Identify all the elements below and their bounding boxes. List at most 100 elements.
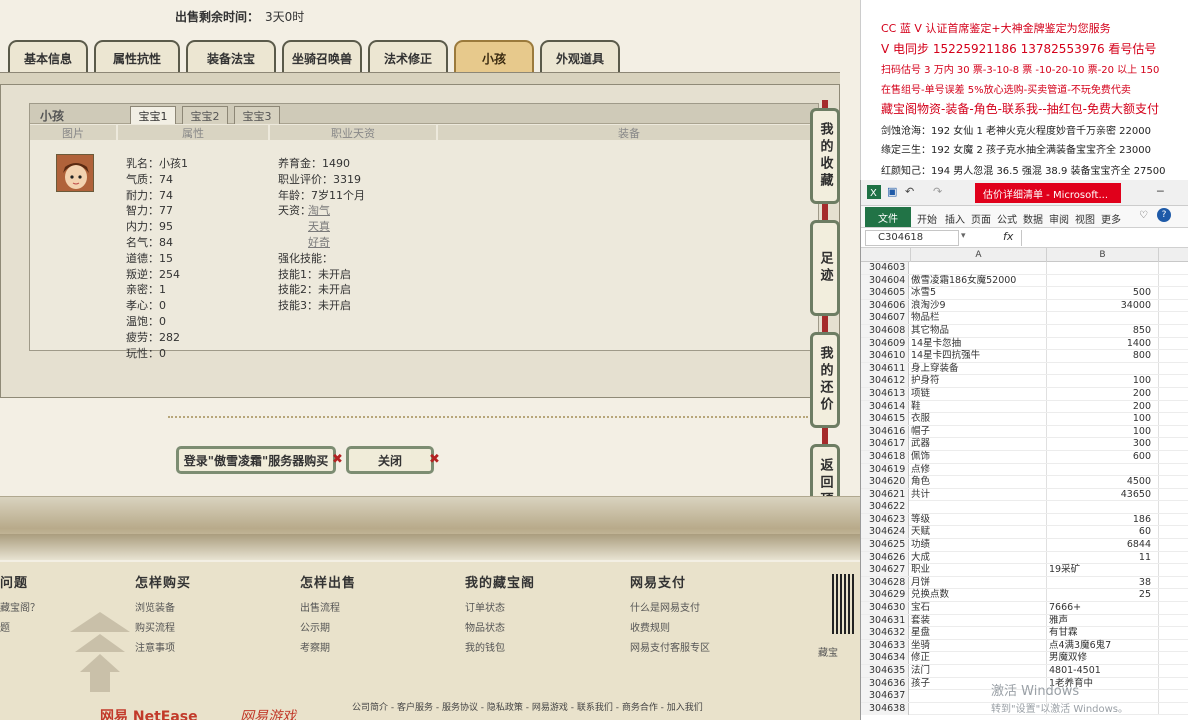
footer-link[interactable]: 注意事项 <box>135 639 191 659</box>
sheet-row[interactable]: 304616 帽子 100 <box>861 425 1188 439</box>
row-number[interactable]: 304628 <box>861 576 909 589</box>
footer-link[interactable]: 物品状态 <box>465 619 535 639</box>
tab-appearance[interactable]: 外观道具 <box>540 40 620 74</box>
row-number[interactable]: 304630 <box>861 602 909 615</box>
footer-link[interactable]: 收费规则 <box>630 619 710 639</box>
cell-a[interactable]: 坐骑 <box>911 640 1045 652</box>
cell-a[interactable]: 鞋 <box>911 401 1045 413</box>
talent-2-link[interactable]: 天真 <box>308 220 330 233</box>
sheet-row[interactable]: 304614 鞋 200 <box>861 400 1188 414</box>
subtab-baby-3[interactable]: 宝宝3 <box>234 106 280 124</box>
sheet-row[interactable]: 304622 <box>861 501 1188 514</box>
sheet-row[interactable]: 304625 功绩 6844 <box>861 539 1188 552</box>
cell-b[interactable]: 11 <box>1047 552 1157 564</box>
row-number[interactable]: 304618 <box>861 450 909 463</box>
cell-b[interactable]: 100 <box>1047 375 1157 387</box>
sheet-row[interactable]: 304611 身上穿装备 <box>861 362 1188 376</box>
cell-a[interactable]: 衣服 <box>911 413 1045 425</box>
cell-a[interactable]: 月饼 <box>911 577 1045 589</box>
sheet-row[interactable]: 304627 职业 19采矿 <box>861 564 1188 577</box>
cell-a[interactable]: 角色 <box>911 476 1045 488</box>
cell-b[interactable]: 850 <box>1047 325 1157 337</box>
footer-link[interactable]: 藏宝阁？ <box>0 599 40 619</box>
sheet-row[interactable]: 304620 角色 4500 <box>861 476 1188 489</box>
row-number[interactable]: 304610 <box>861 350 909 363</box>
cell-b[interactable]: 100 <box>1047 426 1157 438</box>
footer-link[interactable]: 订单状态 <box>465 599 535 619</box>
cell-a[interactable]: 身上穿装备 <box>911 363 1045 375</box>
row-number[interactable]: 304607 <box>861 312 909 325</box>
row-number[interactable]: 304612 <box>861 375 909 388</box>
sheet-row[interactable]: 304613 项链 200 <box>861 387 1188 401</box>
cell-a[interactable]: 大成 <box>911 552 1045 564</box>
cell-a[interactable]: 宝石 <box>911 602 1045 614</box>
sheet-row[interactable]: 304607 物品栏 <box>861 312 1188 325</box>
cell-a[interactable]: 兑换点数 <box>911 589 1045 601</box>
row-number[interactable]: 304627 <box>861 564 909 577</box>
row-number[interactable]: 304637 <box>861 690 909 703</box>
cell-b[interactable]: 4500 <box>1047 476 1157 488</box>
tab-basic-info[interactable]: 基本信息 <box>8 40 88 74</box>
cell-b-text[interactable]: 点4满3魔6鬼7 <box>1049 640 1159 652</box>
tab-spells[interactable]: 法术修正 <box>368 40 448 74</box>
row-number[interactable]: 304638 <box>861 702 909 715</box>
footer-link[interactable]: 公示期 <box>300 619 356 639</box>
cell-a[interactable]: 浪淘沙9 <box>911 300 1045 312</box>
cell-b[interactable]: 186 <box>1047 514 1157 526</box>
cell-b[interactable]: 800 <box>1047 350 1157 362</box>
cell-b[interactable]: 43650 <box>1047 489 1157 501</box>
footer-link[interactable]: 出售流程 <box>300 599 356 619</box>
chevron-down-icon[interactable]: ♡ <box>1139 210 1148 221</box>
row-number[interactable]: 304609 <box>861 337 909 350</box>
ribbon-tab-page[interactable]: 页面 <box>971 211 991 226</box>
tab-attributes[interactable]: 属性抗性 <box>94 40 180 74</box>
talent-3-link[interactable]: 好奇 <box>308 236 330 249</box>
row-number[interactable]: 304636 <box>861 677 909 690</box>
login-buy-button[interactable]: 登录"傲雪凌霜"服务器购买 <box>176 446 336 474</box>
row-number[interactable]: 304615 <box>861 413 909 426</box>
row-number[interactable]: 304617 <box>861 438 909 451</box>
sheet-row[interactable]: 304633 坐骑 点4满3魔6鬼7 <box>861 639 1188 653</box>
row-number[interactable]: 304629 <box>861 589 909 602</box>
cell-a[interactable]: 物品栏 <box>911 312 1045 324</box>
row-number[interactable]: 304633 <box>861 639 909 652</box>
close-button[interactable]: 关闭 <box>346 446 434 474</box>
sheet-row[interactable]: 304615 衣服 100 <box>861 413 1188 426</box>
cell-a[interactable]: 等级 <box>911 514 1045 526</box>
row-number[interactable]: 304634 <box>861 652 909 665</box>
cell-a[interactable]: 傲雪凌霜186女魔52000 <box>911 275 1045 287</box>
fx-icon[interactable]: fx <box>1003 230 1013 243</box>
row-number[interactable]: 304635 <box>861 665 909 677</box>
ribbon-tab-home[interactable]: 开始 <box>917 211 937 226</box>
sheet-grid[interactable]: 304603 304604 傲雪凌霜186女魔52000 304605 冰雪5 500 30… <box>861 262 1188 716</box>
formula-input[interactable] <box>1021 230 1185 246</box>
col-header-a[interactable]: A <box>911 248 1047 262</box>
footer-link[interactable]: 网易支付客服专区 <box>630 639 710 659</box>
footprints-button[interactable]: 足迹 <box>810 220 840 316</box>
save-icon[interactable]: ▣ <box>887 185 897 198</box>
cell-a[interactable]: 帽子 <box>911 426 1045 438</box>
name-box-dropdown-icon[interactable]: ▾ <box>961 231 966 241</box>
sheet-row[interactable]: 304618 佩饰 600 <box>861 450 1188 464</box>
cell-b-text[interactable]: 19采矿 <box>1049 564 1159 576</box>
bottom-links[interactable]: 公司简介 - 客户服务 - 服务协议 - 隐私政策 - 网易游戏 - 联系我们 … <box>352 700 703 713</box>
cell-b[interactable]: 25 <box>1047 589 1157 601</box>
row-number[interactable]: 304621 <box>861 488 909 501</box>
select-all-corner[interactable] <box>861 248 911 262</box>
row-number[interactable]: 304631 <box>861 614 909 627</box>
ribbon-tab-more[interactable]: 更多 <box>1101 211 1121 226</box>
cell-b[interactable]: 100 <box>1047 413 1157 425</box>
tab-mounts-pets[interactable]: 坐骑召唤兽 <box>282 40 362 74</box>
cell-b-text[interactable]: 4801-4501 <box>1049 665 1159 677</box>
footer-link[interactable]: 我的钱包 <box>465 639 535 659</box>
sheet-row[interactable]: 304619 点修 <box>861 463 1188 477</box>
my-counteroffer-button[interactable]: 我的还价 <box>810 332 840 428</box>
sheet-row[interactable]: 304629 兑换点数 25 <box>861 589 1188 603</box>
sheet-row[interactable]: 304632 星盘 有甘霖 <box>861 627 1188 640</box>
col-header-b[interactable]: B <box>1047 248 1159 262</box>
row-number[interactable]: 304616 <box>861 425 909 438</box>
cell-a[interactable]: 武器 <box>911 438 1045 450</box>
minimize-icon[interactable]: ─ <box>1157 185 1164 198</box>
subtab-baby-1[interactable]: 宝宝1 <box>130 106 176 124</box>
subtab-baby-2[interactable]: 宝宝2 <box>182 106 228 124</box>
